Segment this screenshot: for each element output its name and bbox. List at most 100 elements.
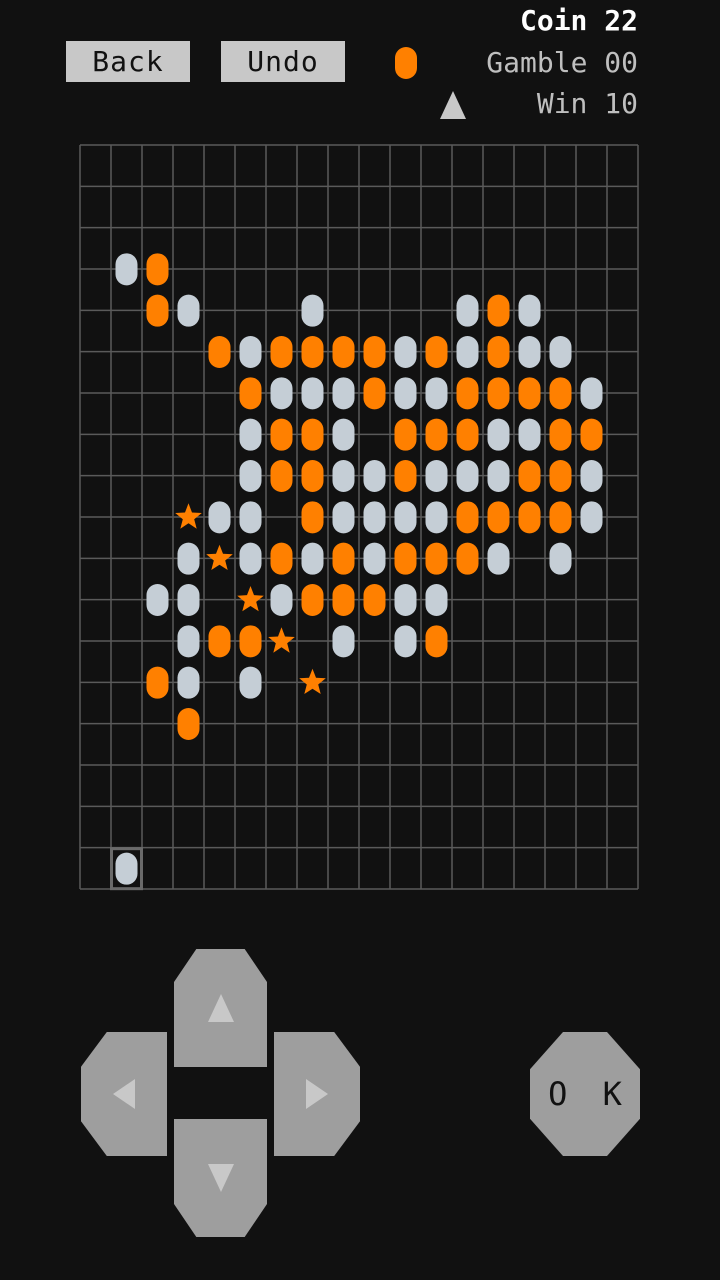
orange-stone	[270, 418, 293, 451]
dpad-down-button[interactable]	[174, 1119, 267, 1237]
orange-stone	[518, 460, 541, 492]
white-stone	[239, 542, 262, 575]
orange-stone	[270, 336, 293, 368]
white-stone	[425, 377, 448, 410]
white-stone	[115, 852, 138, 885]
orange-stone	[425, 542, 448, 575]
white-stone	[177, 294, 200, 327]
orange-stone	[425, 336, 448, 368]
white-stone	[363, 460, 386, 492]
orange-stone	[549, 501, 572, 534]
orange-stone	[177, 708, 200, 740]
white-stone	[518, 336, 541, 368]
white-stone	[394, 336, 417, 368]
white-stone	[394, 501, 417, 534]
white-stone	[332, 460, 355, 492]
orange-stone	[270, 542, 293, 575]
orange-stone	[301, 336, 324, 368]
star-marker	[175, 503, 202, 529]
white-stone	[177, 584, 200, 616]
orange-stone	[518, 377, 541, 410]
dpad-up-button[interactable]	[174, 949, 267, 1067]
white-stone	[301, 377, 324, 410]
white-stone	[394, 625, 417, 658]
arrow-up-icon	[207, 994, 234, 1022]
star-marker	[268, 627, 295, 653]
white-stone	[177, 625, 200, 658]
orange-stone	[394, 418, 417, 451]
orange-stone	[146, 253, 169, 286]
orange-stone	[363, 584, 386, 616]
white-stone	[580, 501, 603, 534]
orange-stone	[456, 542, 479, 575]
white-stone	[518, 294, 541, 327]
dpad-right-button[interactable]	[274, 1032, 360, 1156]
orange-stone	[394, 460, 417, 492]
white-stone	[580, 460, 603, 492]
arrow-down-icon	[207, 1164, 234, 1192]
white-stone	[239, 336, 262, 368]
white-stone	[270, 584, 293, 616]
white-stone	[239, 666, 262, 699]
white-stone	[363, 501, 386, 534]
white-stone	[239, 501, 262, 534]
white-stone	[177, 666, 200, 699]
orange-stone	[394, 542, 417, 575]
white-stone	[456, 294, 479, 327]
white-stone	[363, 542, 386, 575]
star-marker	[299, 668, 326, 694]
white-stone	[239, 418, 262, 451]
white-stone	[270, 377, 293, 410]
white-stone	[301, 294, 324, 327]
orange-stone	[332, 584, 355, 616]
white-stone	[332, 625, 355, 658]
ok-button[interactable]: O K	[530, 1032, 640, 1156]
white-stone	[332, 418, 355, 451]
white-stone	[549, 336, 572, 368]
white-stone	[487, 418, 510, 451]
orange-stone	[301, 584, 324, 616]
orange-stone	[208, 336, 231, 368]
orange-stone	[487, 336, 510, 368]
orange-stone	[301, 460, 324, 492]
orange-stone	[208, 625, 231, 658]
white-stone	[518, 418, 541, 451]
dpad-left-button[interactable]	[81, 1032, 167, 1156]
white-stone	[332, 501, 355, 534]
white-stone	[394, 584, 417, 616]
white-stone	[301, 542, 324, 575]
white-stone	[115, 253, 138, 286]
white-stone	[456, 460, 479, 492]
white-stone	[549, 542, 572, 575]
white-stone	[425, 460, 448, 492]
white-stone	[239, 460, 262, 492]
orange-stone	[425, 418, 448, 451]
orange-stone	[239, 377, 262, 410]
orange-stone	[456, 377, 479, 410]
arrow-right-icon	[306, 1079, 328, 1109]
orange-stone	[487, 377, 510, 410]
orange-stone	[549, 377, 572, 410]
orange-stone	[456, 501, 479, 534]
white-stone	[580, 377, 603, 410]
orange-stone	[549, 460, 572, 492]
star-marker	[237, 586, 264, 612]
white-stone	[425, 501, 448, 534]
orange-stone	[425, 625, 448, 658]
game-board[interactable]	[0, 0, 720, 900]
orange-stone	[270, 460, 293, 492]
orange-stone	[301, 501, 324, 534]
orange-stone	[487, 294, 510, 327]
white-stone	[332, 377, 355, 410]
white-stone	[487, 460, 510, 492]
orange-stone	[363, 377, 386, 410]
white-stone	[208, 501, 231, 534]
orange-stone	[487, 501, 510, 534]
orange-stone	[239, 625, 262, 658]
star-marker	[206, 544, 233, 570]
orange-stone	[518, 501, 541, 534]
white-stone	[146, 584, 169, 616]
orange-stone	[456, 418, 479, 451]
white-stone	[177, 542, 200, 575]
orange-stone	[301, 418, 324, 451]
